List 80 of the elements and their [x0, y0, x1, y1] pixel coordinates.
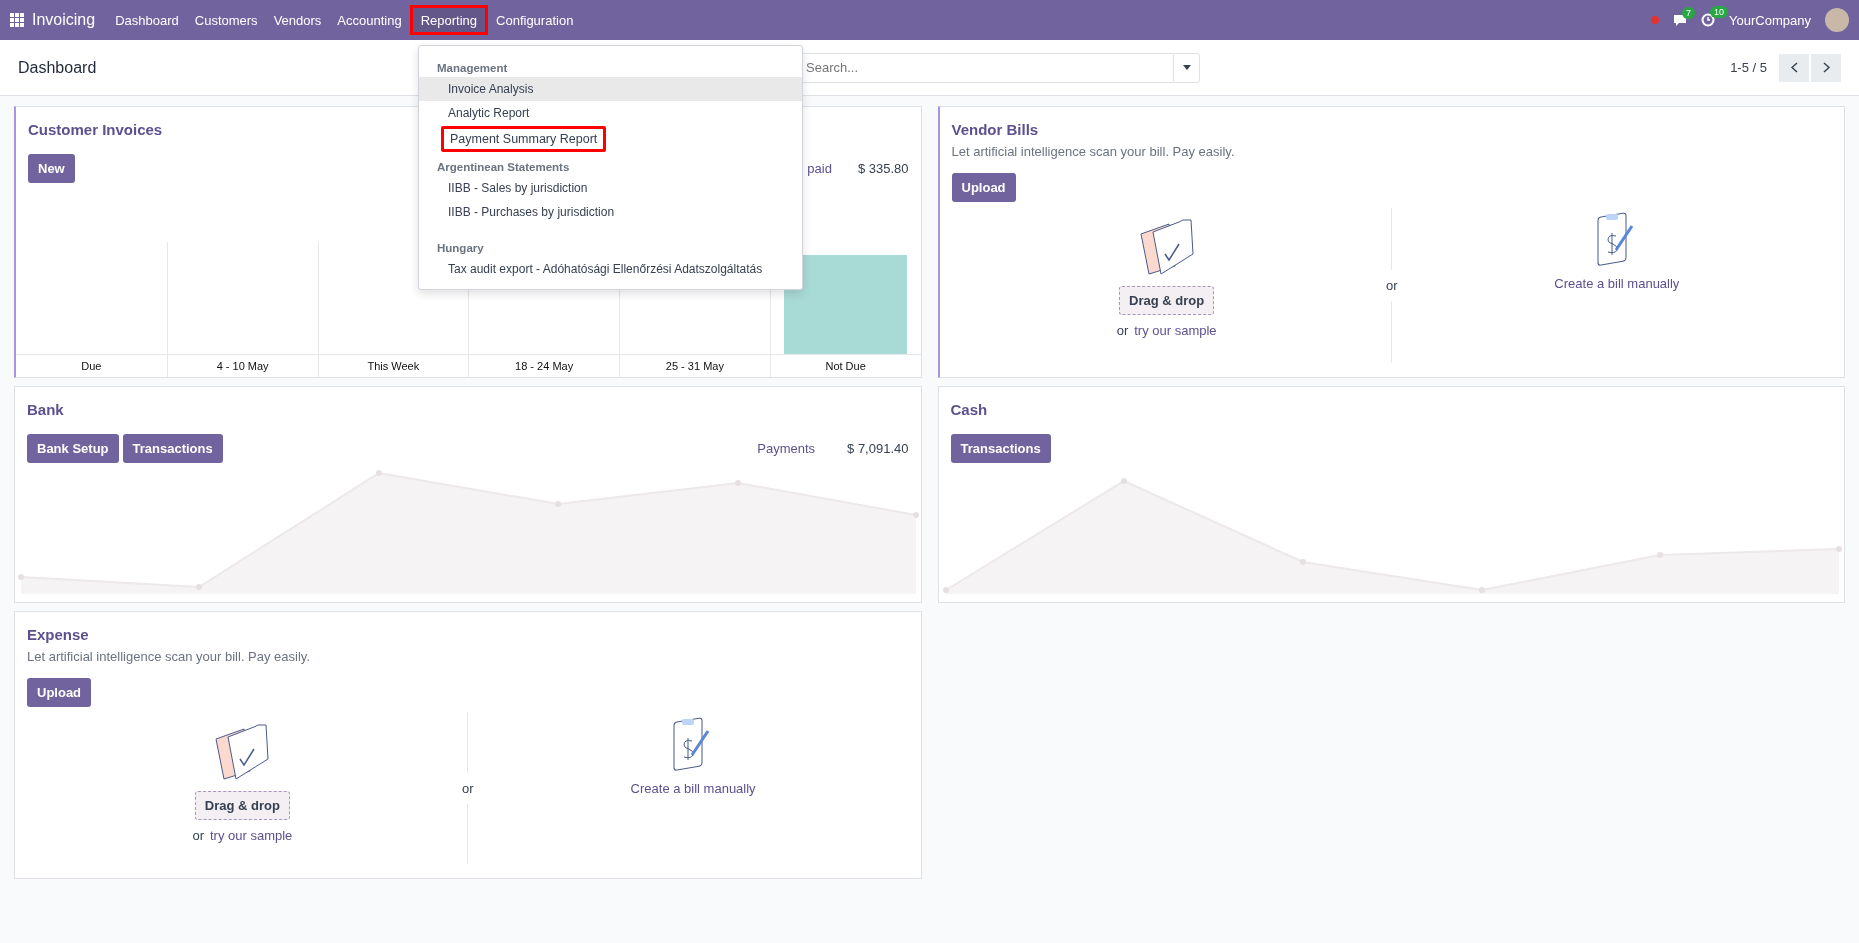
- create-bill-link[interactable]: Create a bill manually: [630, 781, 756, 796]
- axis-label: 25 - 31 May: [664, 359, 725, 374]
- message-count-badge: 7: [1682, 6, 1696, 19]
- card-title: Expense: [27, 626, 89, 643]
- drag-drop-zone[interactable]: Drag & drop: [1119, 286, 1215, 315]
- folder-check-icon: [214, 723, 271, 781]
- caret-icon: [1182, 65, 1191, 70]
- next-button[interactable]: [1811, 53, 1841, 82]
- chart-point[interactable]: [1656, 552, 1663, 558]
- stat-label[interactable]: Payments: [757, 441, 816, 456]
- chart-point[interactable]: [1120, 478, 1127, 484]
- or-text: or: [1385, 277, 1398, 295]
- user-avatar[interactable]: [1825, 8, 1849, 32]
- previous-button[interactable]: [1779, 53, 1809, 82]
- chart-bar[interactable]: [784, 255, 907, 354]
- axis-label: Due: [80, 359, 103, 374]
- status-dot-icon: [1651, 16, 1660, 24]
- clock-icon[interactable]: [1701, 13, 1716, 27]
- menu-section-title: Argentinean Statements: [436, 160, 571, 175]
- menu-section-title: Hungary: [436, 241, 485, 256]
- nav-menu-item[interactable]: Reporting: [409, 5, 489, 35]
- or-text: or: [461, 780, 474, 798]
- chart-point[interactable]: [1835, 546, 1842, 552]
- sample-link[interactable]: try our sample: [1134, 323, 1217, 338]
- action-button[interactable]: Transactions: [122, 434, 223, 463]
- card-title: Cash: [950, 401, 988, 418]
- chart-point[interactable]: [555, 501, 561, 507]
- apps-grid-icon[interactable]: [10, 13, 24, 27]
- breadcrumb: Dashboard: [18, 58, 97, 77]
- or-text: or: [192, 828, 204, 843]
- card-subtitle: Let artificial intelligence scan your bill. Pay easily.: [27, 649, 311, 664]
- drag-drop-zone[interactable]: Drag & drop: [194, 791, 290, 820]
- chat-icon[interactable]: [1673, 13, 1688, 27]
- menu-section-title: Management: [436, 61, 509, 76]
- action-button[interactable]: Transactions: [950, 434, 1051, 463]
- chevron-right-icon: [1822, 62, 1830, 73]
- menu-item[interactable]: Tax audit export - Adóhatósági Ellenőrzési Adatszolgáltatás: [419, 257, 802, 281]
- nav-menu-item[interactable]: Configuration: [488, 0, 582, 40]
- nav-menu-item[interactable]: Accounting: [329, 0, 410, 40]
- menu-item[interactable]: Analytic Report: [419, 101, 802, 125]
- menu-item[interactable]: Payment Summary Report: [441, 126, 607, 152]
- action-button[interactable]: Upload: [27, 678, 92, 707]
- activity-count-badge: 10: [1710, 6, 1729, 18]
- chart-point[interactable]: [196, 584, 202, 590]
- pager-value[interactable]: 1-5 / 5: [1730, 60, 1767, 75]
- card-subtitle: Let artificial intelligence scan your bill. Pay easily.: [951, 144, 1236, 159]
- action-button[interactable]: New: [28, 154, 75, 183]
- card-title: Bank: [27, 401, 64, 418]
- nav-menu-item[interactable]: Customers: [186, 0, 266, 40]
- action-button[interactable]: Bank Setup: [27, 434, 119, 463]
- chart-point[interactable]: [942, 587, 949, 593]
- nav-menu-item[interactable]: Dashboard: [107, 0, 187, 40]
- chart-point[interactable]: [18, 574, 24, 580]
- stat-value: $ 335.80: [857, 161, 909, 176]
- chart-point[interactable]: [735, 480, 741, 486]
- folder-check-icon: [1138, 218, 1195, 276]
- stat-label[interactable]: paid: [807, 161, 832, 176]
- chart-point[interactable]: [1299, 559, 1306, 565]
- axis-label: 18 - 24 May: [514, 359, 575, 374]
- card-title: Vendor Bills: [951, 121, 1039, 138]
- search-options-button[interactable]: [1173, 52, 1200, 83]
- or-text: or: [1116, 323, 1129, 338]
- app-name[interactable]: Invoicing: [32, 11, 96, 29]
- axis-label: This Week: [366, 359, 421, 374]
- chevron-left-icon: [1790, 62, 1798, 73]
- chart-point[interactable]: [1478, 587, 1485, 593]
- company-name[interactable]: YourCompany: [1729, 12, 1811, 28]
- chart-point[interactable]: [913, 512, 919, 518]
- menu-item[interactable]: IIBB - Purchases by jurisdiction: [419, 200, 802, 224]
- nav-menu-item[interactable]: Vendors: [265, 0, 330, 40]
- sample-link[interactable]: try our sample: [209, 828, 293, 843]
- menu-item[interactable]: Invoice Analysis: [419, 77, 802, 101]
- chart-point[interactable]: [376, 470, 382, 476]
- create-bill-link[interactable]: Create a bill manually: [1554, 276, 1680, 291]
- action-button[interactable]: Upload: [951, 173, 1016, 202]
- axis-label: 4 - 10 May: [215, 359, 270, 374]
- card-title: Customer Invoices: [28, 121, 163, 138]
- axis-label: Not Due: [824, 359, 867, 374]
- stat-value: $ 7,091.40: [847, 441, 909, 456]
- menu-item[interactable]: IIBB - Sales by jurisdiction: [419, 176, 802, 200]
